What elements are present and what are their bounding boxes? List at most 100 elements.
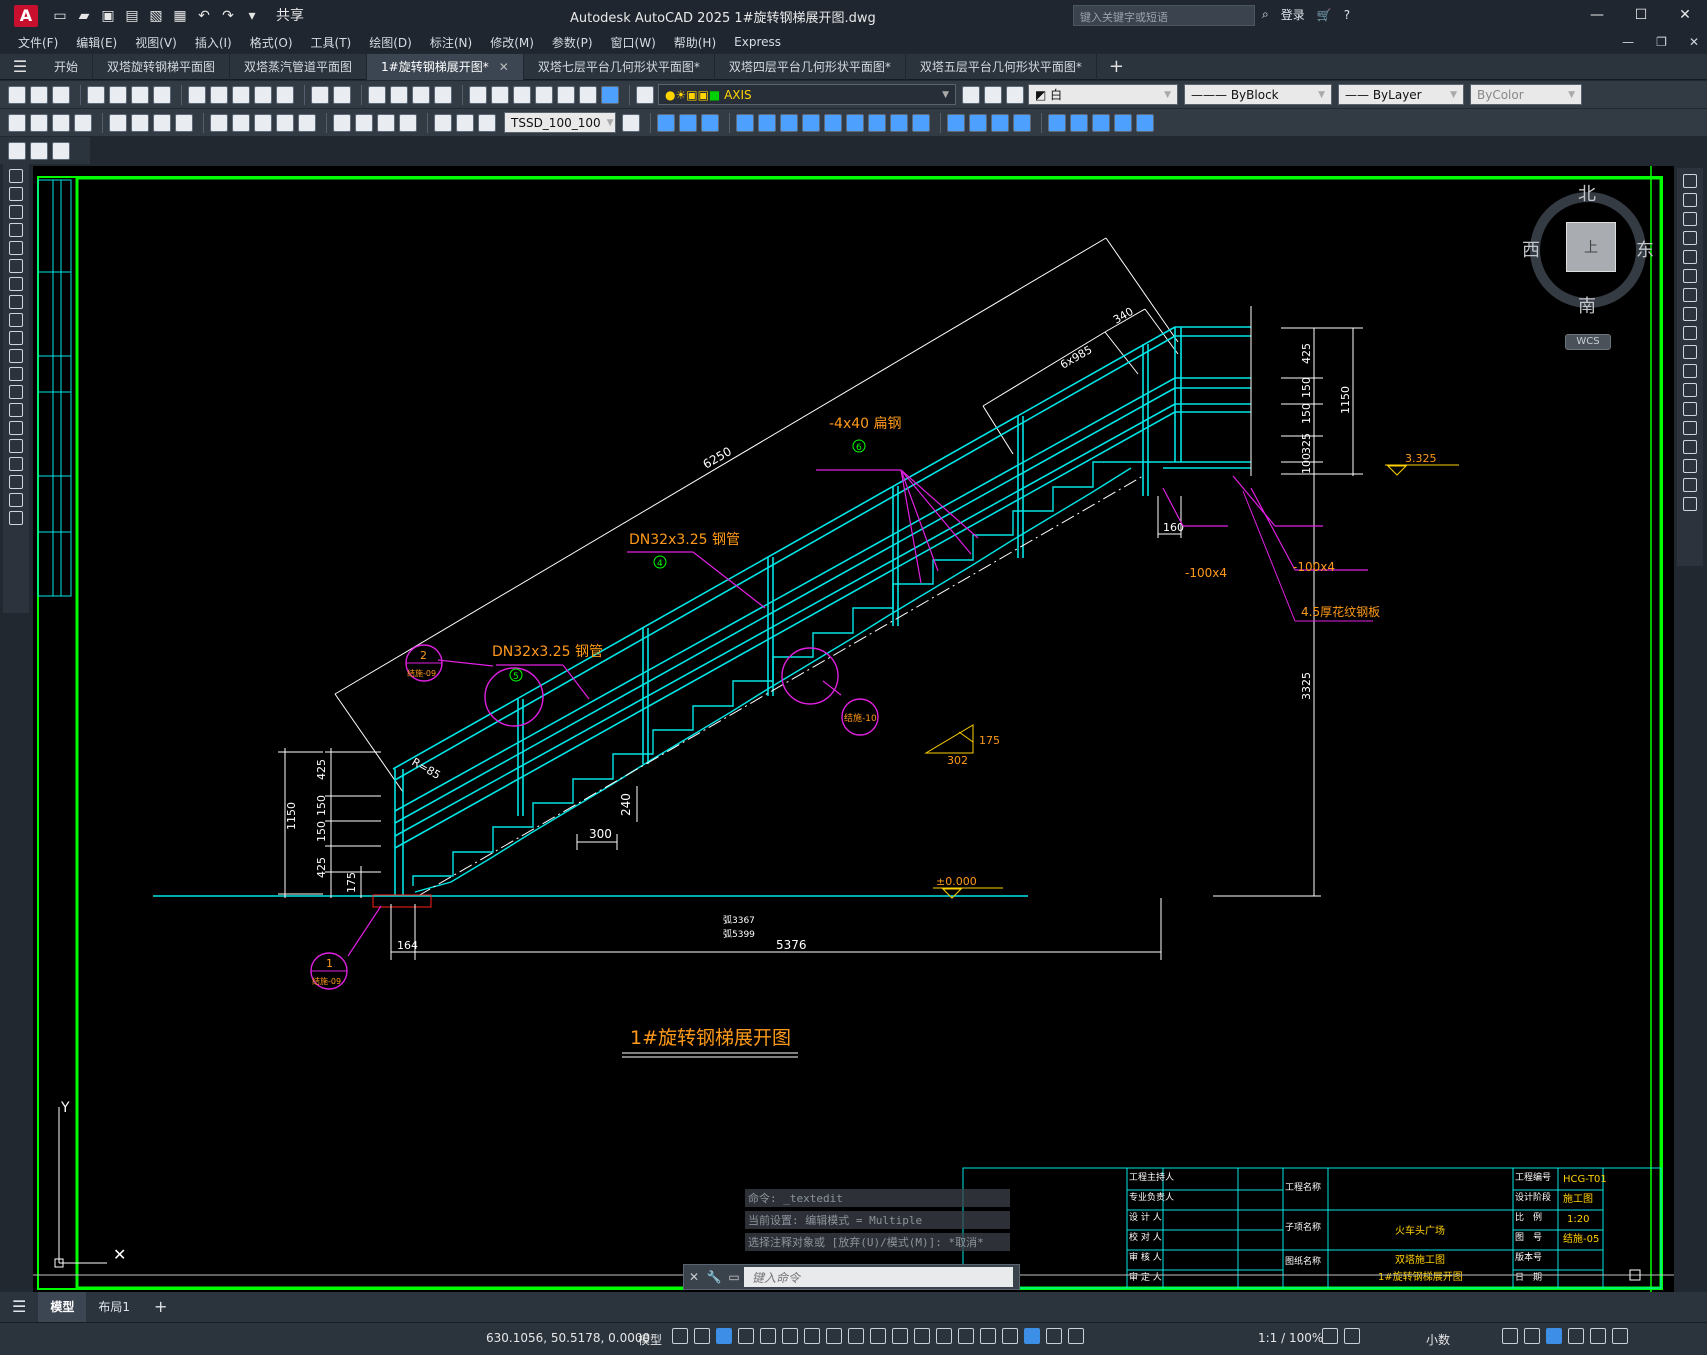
gizmo-icon[interactable] [1002,1328,1018,1344]
new-file-icon[interactable]: ▭ [52,8,68,24]
lights-icon[interactable] [991,113,1009,132]
dynamic-ucs-icon[interactable] [958,1328,974,1344]
open-file-icon[interactable]: ▰ [76,8,92,24]
snap-icon[interactable] [694,1328,710,1344]
compass-west[interactable]: 西 [1522,236,1540,262]
trim-icon[interactable] [1683,345,1697,359]
zoom-previous-icon[interactable] [434,85,452,104]
ortho-icon[interactable] [760,1328,776,1344]
point-icon[interactable] [9,403,23,417]
render-icon[interactable] [947,113,965,132]
table-icon[interactable] [9,475,23,489]
isodraft-icon[interactable] [804,1328,820,1344]
menu-modify[interactable]: 修改(M) [490,34,534,51]
scale-icon[interactable] [1683,307,1697,321]
offset-icon[interactable] [1683,231,1697,245]
new-tab-icon[interactable]: + [1109,56,1124,77]
move-icon[interactable] [1683,269,1697,283]
menu-help[interactable]: 帮助(H) [674,34,716,51]
extend-icon[interactable] [1683,364,1697,378]
ucs-face-icon[interactable] [1092,113,1110,132]
cart-icon[interactable]: 🛒 [1317,8,1332,22]
tab-5f-platform[interactable]: 双塔五层平台几何形状平面图* [906,53,1097,80]
copy-icon[interactable] [210,85,228,104]
zoom-realtime-icon[interactable] [390,85,408,104]
line-icon[interactable] [9,169,23,183]
dimstyle-dropdown[interactable]: TSSD_100_100 ▼ [504,112,616,133]
customize-dropdown-icon[interactable]: ▾ [244,8,260,24]
tab-steam-pipe-plan[interactable]: 双塔蒸汽管道平面图 [230,53,368,80]
redo-icon[interactable]: ↷ [220,8,236,24]
layer-dropdown[interactable]: ●☀▣▣■ AXIS ▼ [658,84,956,105]
tab-model[interactable]: 模型 [38,1292,87,1322]
circle-icon[interactable] [9,277,23,291]
help-icon[interactable]: ? [1344,8,1350,22]
annotation-scale-icon[interactable] [1068,1328,1084,1344]
drawing-canvas[interactable]: 6250 6x985 340 1150 425 150 150 425 175 … [33,166,1674,1292]
layer-state-icon[interactable] [1006,85,1024,104]
break-point-icon[interactable] [1683,383,1697,397]
compass-east[interactable]: 东 [1636,236,1654,262]
chamfer-icon[interactable] [1683,440,1697,454]
file-tabs-menu-icon[interactable]: ☰ [0,57,40,76]
viewcube-top-face[interactable]: 上 [1566,222,1616,272]
tolerance-icon[interactable] [333,113,351,132]
menu-draw[interactable]: 绘图(D) [369,34,412,51]
quick-properties-icon[interactable] [1502,1328,1518,1344]
print-icon[interactable] [87,85,105,104]
color-dropdown[interactable]: ◩ 白 ▼ [1028,84,1178,105]
match-properties-icon[interactable] [254,85,272,104]
menu-insert[interactable]: 插入(I) [195,34,232,51]
doc-restore-icon[interactable]: ❐ [1656,31,1667,53]
zoom-window-icon[interactable] [412,85,430,104]
tab-spiral-stair-plan[interactable]: 双塔旋转钢梯平面图 [93,53,231,80]
units-dropdown[interactable]: 小数 [1426,1331,1450,1348]
dim-space-icon[interactable] [276,113,294,132]
clean-screen-icon[interactable] [1590,1328,1606,1344]
polar-icon[interactable] [782,1328,798,1344]
solid-revolve-icon[interactable] [890,113,908,132]
construction-line-icon[interactable] [9,187,23,201]
spline-icon[interactable] [9,313,23,327]
camera-icon[interactable] [1013,113,1031,132]
hatch-icon[interactable] [9,421,23,435]
add-selected-icon[interactable] [9,511,23,525]
menu-window[interactable]: 窗口(W) [611,34,656,51]
lineweight-dropdown[interactable]: —— ByLayer ▼ [1338,84,1464,105]
explode-icon[interactable] [1683,497,1697,511]
3d-print-icon[interactable] [153,85,171,104]
customization-icon[interactable] [1612,1328,1628,1344]
command-input[interactable]: 键入命令 [744,1267,1013,1287]
dim-update-icon[interactable] [478,113,496,132]
solid-sphere-icon[interactable] [802,113,820,132]
menu-express[interactable]: Express [734,35,781,49]
angular-icon[interactable] [175,113,193,132]
hardware-acceleration-icon[interactable] [1568,1328,1584,1344]
plotstyle-dropdown[interactable]: ByColor ▼ [1470,84,1582,105]
ordinate-icon[interactable] [74,113,92,132]
redo-icon[interactable] [333,85,351,104]
save-icon[interactable] [52,85,70,104]
solid-torus-icon[interactable] [846,113,864,132]
cut-icon[interactable] [188,85,206,104]
ellipse-icon[interactable] [9,331,23,345]
arc-icon[interactable] [9,259,23,273]
solid-cylinder-icon[interactable] [824,113,842,132]
dim-edit-icon[interactable] [434,113,452,132]
autocad-logo-icon[interactable]: A [14,4,38,27]
publish-icon[interactable] [131,85,149,104]
solid-union-icon[interactable] [912,113,930,132]
region-icon[interactable] [9,457,23,471]
make-current-layer-icon[interactable] [962,85,980,104]
jogged-linear-icon[interactable] [399,113,417,132]
ucs-object-icon[interactable] [1114,113,1132,132]
properties-icon[interactable] [469,85,487,104]
model-space-toggle[interactable]: 模型 [638,1331,662,1348]
transparency-icon[interactable] [892,1328,908,1344]
materials-icon[interactable] [969,113,987,132]
save-as-icon[interactable]: ▤ [124,8,140,24]
plot-icon[interactable]: ▦ [172,8,188,24]
share-button[interactable]: 共享 [276,8,304,24]
ellipse-arc-icon[interactable] [9,349,23,363]
annotation-visibility-icon[interactable] [1024,1328,1040,1344]
